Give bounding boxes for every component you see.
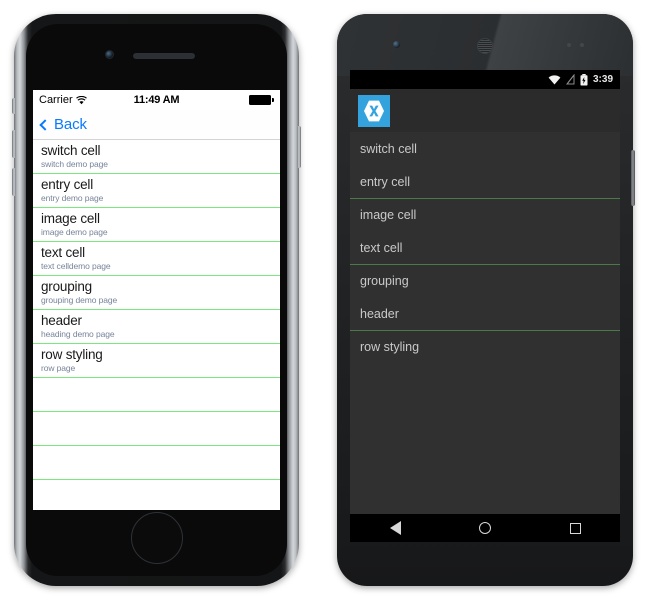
back-button[interactable]: Back (39, 116, 87, 133)
table-row-empty (33, 378, 280, 412)
android-sensor-array (567, 43, 589, 47)
iphone-screen: Carrier 11:49 AM Back switch cell switch… (33, 90, 280, 510)
iphone-front-camera-icon (104, 50, 114, 59)
battery-charging-icon (580, 73, 588, 86)
ios-status-bar: Carrier 11:49 AM (33, 90, 280, 110)
android-screen: 3:39 switch cell entry cell image cell text… (350, 70, 620, 542)
back-button-label: Back (54, 116, 87, 133)
list-item-label: header (360, 306, 399, 321)
android-earpiece-speaker (477, 38, 493, 54)
row-subtitle: entry demo page (41, 193, 104, 203)
list-item[interactable]: header (350, 297, 620, 330)
ios-clock-label: 11:49 AM (133, 94, 180, 106)
table-row[interactable]: text cell text celldemo page (33, 242, 280, 276)
row-title: image cell (41, 211, 100, 226)
android-list-view[interactable]: switch cell entry cell image cell text cell… (350, 132, 620, 363)
table-row[interactable]: header heading demo page (33, 310, 280, 344)
list-item-label: grouping (360, 274, 409, 288)
table-row[interactable]: row styling row page (33, 344, 280, 378)
row-title: switch cell (41, 143, 101, 158)
table-row[interactable]: grouping grouping demo page (33, 276, 280, 310)
nav-recents-square-icon (569, 522, 581, 534)
xamarin-logo-icon[interactable] (358, 94, 390, 127)
iphone-earpiece-speaker (132, 53, 195, 59)
battery-full-icon (249, 95, 274, 105)
chevron-left-icon (39, 118, 51, 131)
list-item-label: image cell (360, 208, 417, 222)
list-item-label: entry cell (360, 174, 411, 189)
wifi-icon (548, 74, 561, 85)
list-item[interactable]: entry cell (350, 165, 620, 198)
android-volume-button[interactable] (631, 150, 635, 206)
nav-home-button[interactable] (468, 514, 502, 542)
android-action-bar (350, 89, 620, 132)
ios-navigation-bar: Back (33, 110, 280, 140)
table-row[interactable]: image cell image demo page (33, 208, 280, 242)
list-item[interactable]: switch cell (350, 132, 620, 165)
row-subtitle: image demo page (41, 227, 108, 237)
list-item-label: switch cell (360, 141, 417, 156)
list-item[interactable]: text cell (350, 231, 620, 264)
nav-home-circle-icon (479, 522, 491, 534)
android-navigation-bar (350, 514, 620, 542)
table-row-empty (33, 412, 280, 446)
row-title: row styling (41, 347, 103, 362)
iphone-silent-switch[interactable] (12, 98, 16, 114)
nav-back-triangle-icon (389, 521, 401, 535)
iphone-volume-down-button[interactable] (12, 168, 16, 196)
iphone-power-button[interactable] (297, 126, 301, 168)
iphone-device-frame: Carrier 11:49 AM Back switch cell switch… (12, 14, 301, 586)
android-status-bar: 3:39 (350, 70, 620, 89)
list-item-label: text cell (360, 240, 403, 255)
list-item[interactable]: grouping (350, 264, 620, 297)
list-item[interactable]: image cell (350, 198, 620, 231)
ios-list-view[interactable]: switch cell switch demo page entry cell ent… (33, 140, 280, 510)
iphone-home-button[interactable] (130, 512, 183, 564)
row-subtitle: grouping demo page (41, 295, 118, 305)
list-item-label: row styling (360, 340, 420, 354)
row-title: grouping (41, 279, 92, 294)
list-item[interactable]: row styling (350, 330, 620, 363)
phone-comparison-screenshot: Carrier 11:49 AM Back switch cell switch… (0, 0, 645, 600)
table-row[interactable]: switch cell switch demo page (33, 140, 280, 174)
nav-back-button[interactable] (378, 514, 412, 542)
signal-icon (565, 74, 575, 85)
row-subtitle: heading demo page (41, 329, 115, 339)
android-clock-label: 3:39 (592, 74, 613, 85)
iphone-volume-up-button[interactable] (12, 130, 16, 158)
android-device-frame: 3:39 switch cell entry cell image cell text… (337, 14, 635, 586)
android-front-camera-icon (393, 41, 400, 48)
table-row-empty (33, 446, 280, 480)
table-row[interactable]: entry cell entry demo page (33, 174, 280, 208)
row-subtitle: row page (41, 363, 76, 373)
row-title: entry cell (41, 177, 94, 192)
row-subtitle: text celldemo page (41, 261, 111, 271)
row-title: text cell (41, 245, 85, 260)
nav-recents-button[interactable] (558, 514, 592, 542)
row-subtitle: switch demo page (41, 159, 108, 169)
table-row-empty (33, 480, 280, 510)
row-title: header (41, 313, 82, 328)
